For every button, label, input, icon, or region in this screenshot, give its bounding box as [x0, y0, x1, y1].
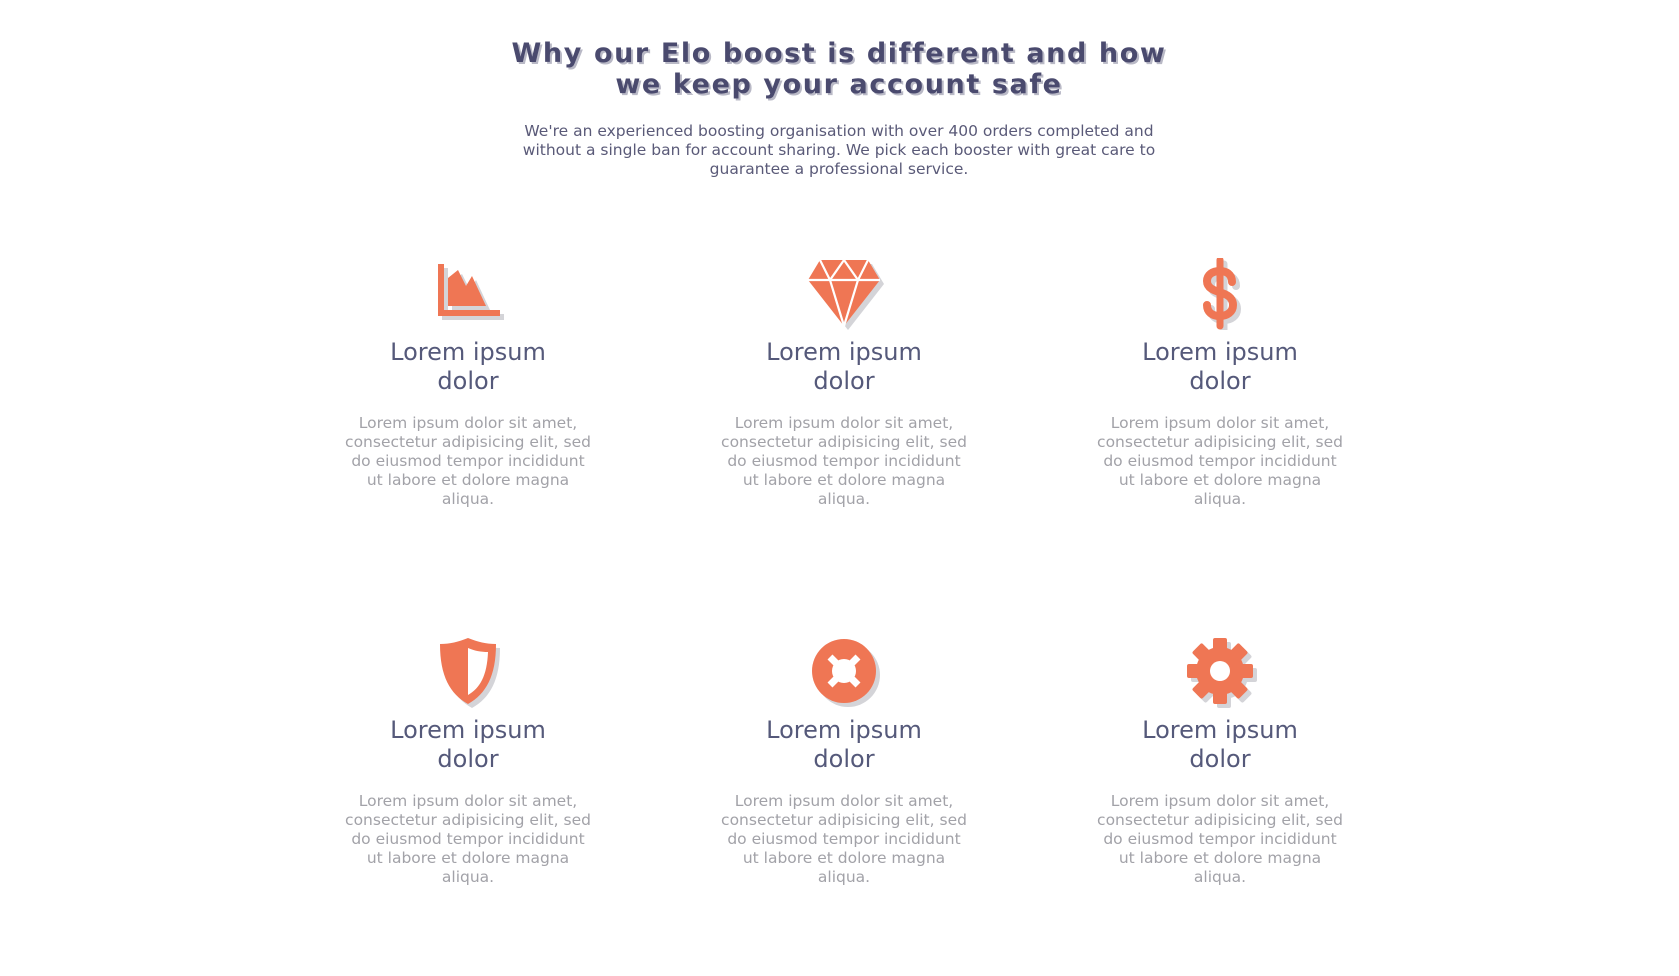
feature-description: Lorem ipsum dolor sit amet, consectetur … [345, 414, 591, 508]
feature-description: Lorem ipsum dolor sit amet, consectetur … [345, 792, 591, 886]
dollar-icon [1202, 258, 1242, 330]
feature-title: Lorem ipsum dolor [766, 338, 922, 395]
section-heading: Why our Elo boost is different and how w… [511, 38, 1167, 100]
feature-title: Lorem ipsum dolor [1142, 716, 1298, 773]
feature-card: Lorem ipsum dolor Lorem ipsum dolor sit … [1070, 258, 1370, 509]
feature-description: Lorem ipsum dolor sit amet, consectetur … [1097, 792, 1343, 886]
feature-card: Lorem ipsum dolor Lorem ipsum dolor sit … [318, 258, 618, 509]
feature-title: Lorem ipsum dolor [1142, 338, 1298, 395]
feature-card: Lorem ipsum dolor Lorem ipsum dolor sit … [694, 258, 994, 509]
gear-icon [1187, 638, 1257, 708]
feature-card: Lorem ipsum dolor Lorem ipsum dolor sit … [694, 636, 994, 887]
feature-card: Lorem ipsum dolor Lorem ipsum dolor sit … [1070, 636, 1370, 887]
feature-description: Lorem ipsum dolor sit amet, consectetur … [721, 792, 967, 886]
diamond-icon [808, 258, 884, 330]
feature-description: Lorem ipsum dolor sit amet, consectetur … [721, 414, 967, 508]
feature-title: Lorem ipsum dolor [390, 716, 546, 773]
feature-title: Lorem ipsum dolor [766, 716, 922, 773]
shield-icon [440, 638, 500, 708]
section-subheading: We're an experienced boosting organisati… [522, 122, 1156, 178]
life-ring-icon [812, 639, 880, 707]
features-section: Why our Elo boost is different and how w… [0, 0, 1679, 976]
feature-description: Lorem ipsum dolor sit amet, consectetur … [1097, 414, 1343, 508]
feature-title: Lorem ipsum dolor [390, 338, 546, 395]
area-chart-icon [438, 264, 504, 320]
feature-card: Lorem ipsum dolor Lorem ipsum dolor sit … [318, 636, 618, 887]
